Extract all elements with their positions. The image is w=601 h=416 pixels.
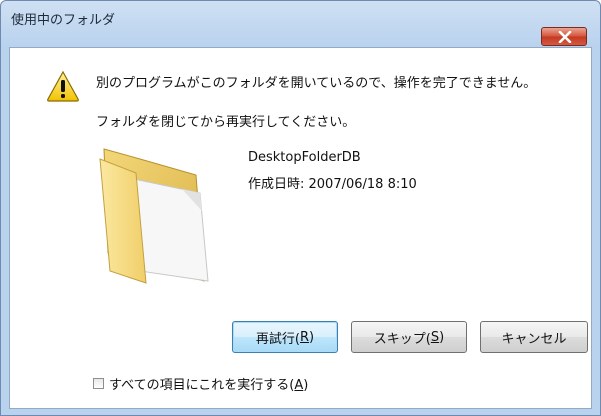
title-bar[interactable]: 使用中のフォルダ — [1, 1, 600, 33]
retry-label: 再試行( — [255, 331, 300, 347]
message-line-2: フォルダを閉じてから再実行してください。 — [96, 115, 356, 130]
message-line-1: 別のプログラムがこのフォルダを開いているので、操作を完了できません。 — [96, 76, 537, 91]
apply-all-label[interactable]: すべての項目にこれを実行する(A) — [109, 374, 308, 393]
skip-label: スキップ( — [373, 331, 431, 347]
item-name: DesktopFolderDB — [248, 150, 361, 165]
apply-all-row[interactable]: すべての項目にこれを実行する(A) — [93, 374, 308, 393]
item-created-date: 作成日時: 2007/06/18 8:10 — [248, 177, 417, 192]
skip-label-close: ) — [439, 329, 445, 345]
warning-icon — [47, 70, 79, 102]
cancel-label: キャンセル — [501, 331, 567, 347]
retry-button[interactable]: 再試行(R) — [232, 321, 338, 353]
apply-all-checkbox[interactable] — [93, 378, 104, 389]
dialog-window: 使用中のフォルダ 別のプログラムがこのフォルダを開いているので、操作を完了できま… — [0, 0, 601, 416]
apply-all-accesskey: A — [294, 378, 304, 393]
retry-label-close: ) — [309, 329, 315, 345]
close-button[interactable] — [541, 27, 587, 46]
skip-accesskey: S — [430, 329, 440, 345]
skip-button[interactable]: スキップ(S) — [351, 321, 467, 353]
window-title: 使用中のフォルダ — [11, 13, 116, 28]
folder-icon — [99, 148, 209, 284]
cancel-button[interactable]: キャンセル — [480, 321, 588, 353]
dialog-content: 別のプログラムがこのフォルダを開いているので、操作を完了できません。 フォルダを… — [9, 47, 592, 409]
close-icon — [558, 31, 572, 43]
retry-accesskey: R — [299, 329, 310, 345]
apply-all-text: すべての項目にこれを実行する( — [109, 378, 295, 393]
apply-all-text-close: ) — [303, 378, 309, 393]
